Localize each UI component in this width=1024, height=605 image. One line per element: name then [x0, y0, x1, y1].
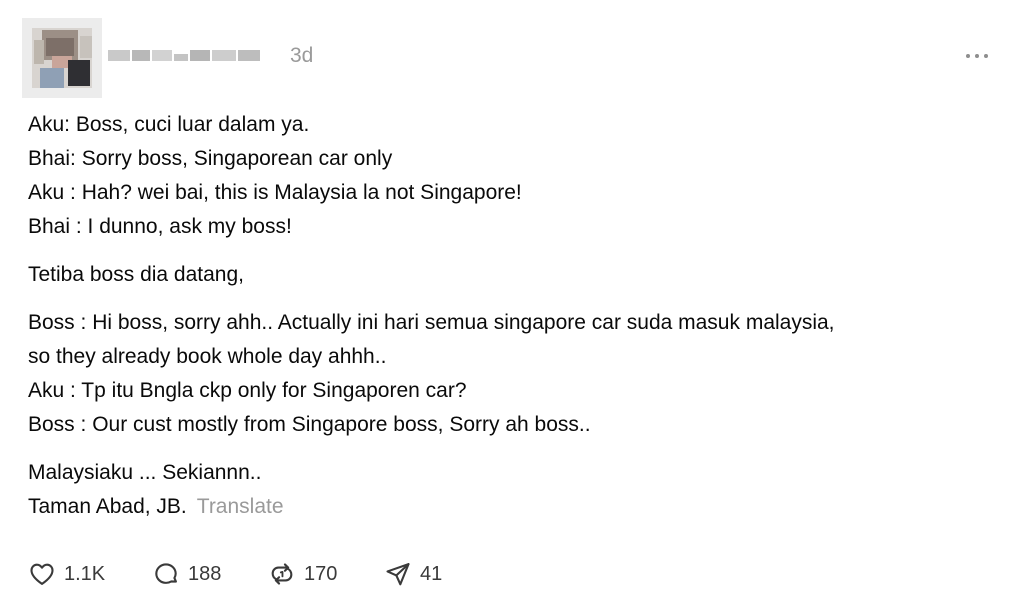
repost-count: 170: [304, 563, 338, 585]
paragraph: Malaysiaku ... Sekiannn.. Taman Abad, JB…: [28, 456, 1008, 524]
comment-count: 188: [188, 563, 222, 585]
repost-icon: [271, 563, 293, 585]
post-timestamp: 3d: [290, 44, 314, 67]
more-horizontal-icon: [966, 54, 970, 58]
like-count: 1.1K: [64, 563, 106, 585]
text-line: Bhai: Sorry boss, Singaporean car only: [28, 147, 393, 170]
text-line: Malaysiaku ... Sekiannn..: [28, 461, 262, 484]
paragraph: Boss : Hi boss, sorry ahh.. Actually ini…: [28, 306, 1008, 442]
more-options-button[interactable]: [966, 52, 990, 60]
share-count: 41: [420, 563, 443, 585]
text-line: so they already book whole day ahhh..: [28, 345, 387, 368]
action-bar: 1.1K 188 170 41: [28, 556, 628, 592]
text-line: Boss : Our cust mostly from Singapore bo…: [28, 413, 591, 436]
paragraph: Tetiba boss dia datang,: [28, 258, 1008, 292]
thread-post: 3d Aku: Boss, cuci luar dalam ya. Bhai: …: [0, 0, 1024, 605]
heart-icon: [30, 563, 54, 585]
text-line: Aku : Hah? wei bai, this is Malaysia la …: [28, 181, 522, 204]
like-button[interactable]: 1.1K: [28, 556, 105, 592]
post-body: Aku: Boss, cuci luar dalam ya. Bhai: Sor…: [28, 108, 1008, 538]
share-button[interactable]: 41: [384, 556, 442, 592]
avatar[interactable]: [22, 18, 102, 98]
more-dot: [984, 54, 988, 58]
text-line: Boss : Hi boss, sorry ahh.. Actually ini…: [28, 311, 835, 334]
text-line: Aku: Boss, cuci luar dalam ya.: [28, 113, 310, 136]
text-line: Bhai : I dunno, ask my boss!: [28, 215, 292, 238]
send-icon: [386, 563, 410, 586]
post-header: 3d: [22, 18, 1002, 98]
translate-link[interactable]: Translate: [197, 495, 284, 518]
username-blurred[interactable]: [108, 44, 278, 66]
location-text: Taman Abad, JB.: [28, 495, 187, 518]
text-line: Aku : Tp itu Bngla ckp only for Singapor…: [28, 379, 467, 402]
comment-bubble-icon: [155, 563, 177, 584]
repost-button[interactable]: 170: [268, 556, 337, 592]
more-dot: [975, 54, 979, 58]
comment-button[interactable]: 188: [152, 556, 221, 592]
text-line: Tetiba boss dia datang,: [28, 263, 244, 286]
text-line: Taman Abad, JB. Translate: [28, 490, 1008, 524]
paragraph: Aku: Boss, cuci luar dalam ya. Bhai: Sor…: [28, 108, 1008, 244]
